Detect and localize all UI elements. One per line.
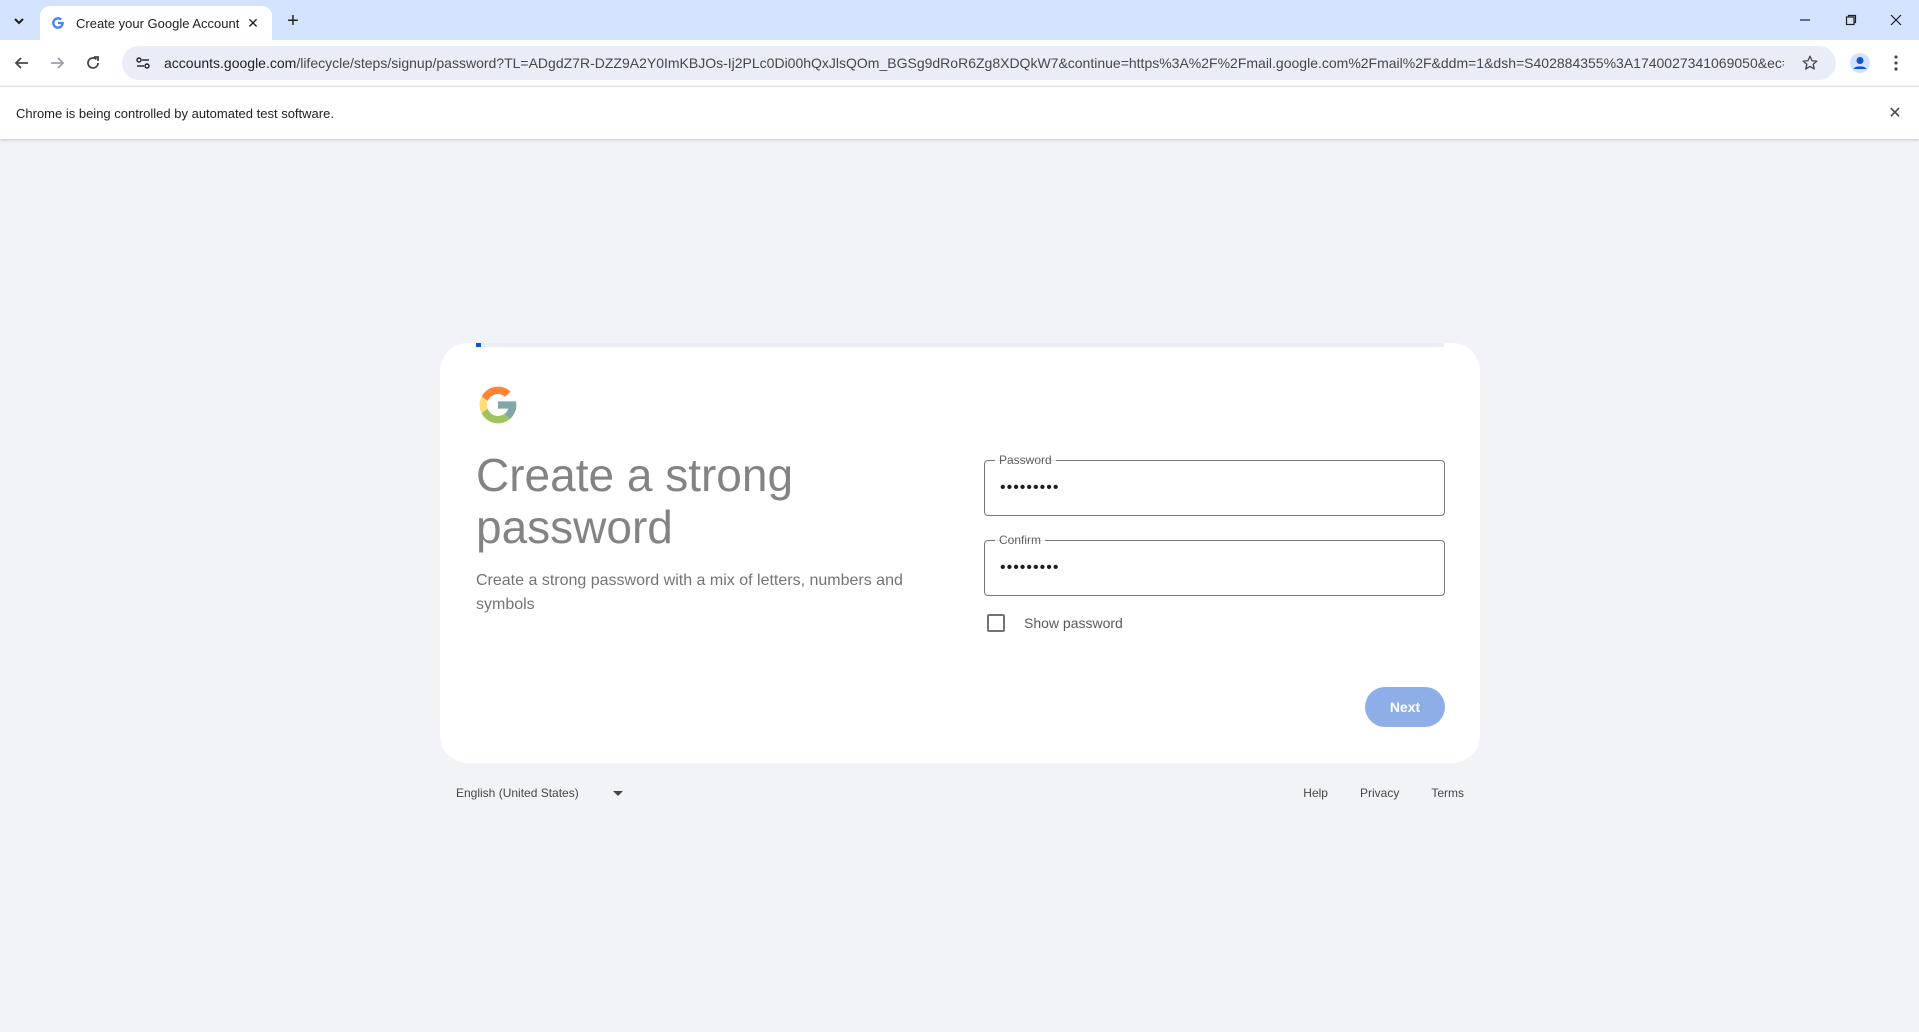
google-logo-icon	[479, 386, 517, 424]
page-footer: English (United States) Help Privacy Ter…	[440, 778, 1480, 812]
bookmark-star-icon[interactable]	[1796, 49, 1824, 77]
footer-links: Help Privacy Terms	[1303, 786, 1464, 800]
password-field-value[interactable]: •••••••••	[1000, 479, 1059, 497]
new-tab-button[interactable]: +	[280, 8, 306, 34]
language-selector[interactable]: English (United States)	[456, 786, 623, 800]
next-button[interactable]: Next	[1365, 687, 1445, 727]
confirm-field[interactable]: Confirm •••••••••	[984, 533, 1445, 596]
password-field[interactable]: Password •••••••••	[984, 453, 1445, 516]
profile-avatar-icon[interactable]	[1846, 49, 1874, 77]
browser-toolbar: accounts.google.com/lifecycle/steps/sign…	[0, 40, 1919, 86]
privacy-link[interactable]: Privacy	[1360, 786, 1399, 800]
tab-strip: Create your Google Account ✕ +	[0, 0, 1919, 40]
active-tab[interactable]: Create your Google Account ✕	[40, 6, 272, 40]
password-field-label: Password	[995, 453, 1056, 467]
forward-button[interactable]	[41, 47, 73, 79]
back-arrow-icon	[14, 57, 28, 69]
minimize-button[interactable]	[1782, 4, 1828, 36]
more-menu-icon[interactable]	[1882, 49, 1910, 77]
chevron-down-icon	[14, 18, 24, 25]
infobar-message: Chrome is being controlled by automated …	[16, 105, 334, 121]
reload-button[interactable]	[77, 47, 109, 79]
restore-button[interactable]	[1828, 4, 1874, 36]
tab-search-button[interactable]	[6, 8, 32, 34]
help-link[interactable]: Help	[1303, 786, 1328, 800]
show-password-label[interactable]: Show password	[1024, 615, 1123, 631]
reload-icon	[87, 56, 99, 69]
url-host: accounts.google.com	[164, 55, 297, 71]
terms-link[interactable]: Terms	[1431, 786, 1464, 800]
back-button[interactable]	[6, 47, 38, 79]
google-favicon-icon	[50, 15, 66, 31]
url-path: /lifecycle/steps/signup/password?TL=ADgd…	[296, 55, 1784, 71]
infobar-close-icon[interactable]: ✕	[1885, 103, 1905, 123]
forward-arrow-icon	[51, 57, 65, 69]
close-icon	[1890, 14, 1902, 26]
close-window-button[interactable]	[1873, 4, 1919, 36]
show-password-toggle[interactable]: Show password	[984, 608, 1123, 638]
progress-fill	[476, 343, 481, 347]
page-subtitle: Create a strong password with a mix of l…	[476, 572, 903, 613]
address-bar[interactable]: accounts.google.com/lifecycle/steps/sign…	[122, 46, 1836, 80]
site-info-icon[interactable]	[130, 50, 156, 76]
language-selector-label: English (United States)	[456, 786, 579, 800]
progress-bar	[476, 343, 1444, 347]
tab-title: Create your Google Account	[76, 15, 240, 31]
restore-icon	[1845, 14, 1857, 26]
automation-infobar: Chrome is being controlled by automated …	[0, 86, 1919, 139]
url-text: accounts.google.com/lifecycle/steps/sign…	[164, 55, 1784, 71]
page-title: Create a strong password	[476, 449, 794, 553]
confirm-field-label: Confirm	[995, 533, 1046, 547]
show-password-checkbox[interactable]	[987, 614, 1005, 632]
caret-down-icon	[612, 790, 623, 796]
confirm-field-value[interactable]: •••••••••	[1000, 559, 1059, 577]
close-tab-icon[interactable]: ✕	[244, 14, 262, 32]
minimize-icon	[1800, 19, 1810, 21]
signup-card: Create a strong password Create a strong…	[440, 343, 1480, 763]
